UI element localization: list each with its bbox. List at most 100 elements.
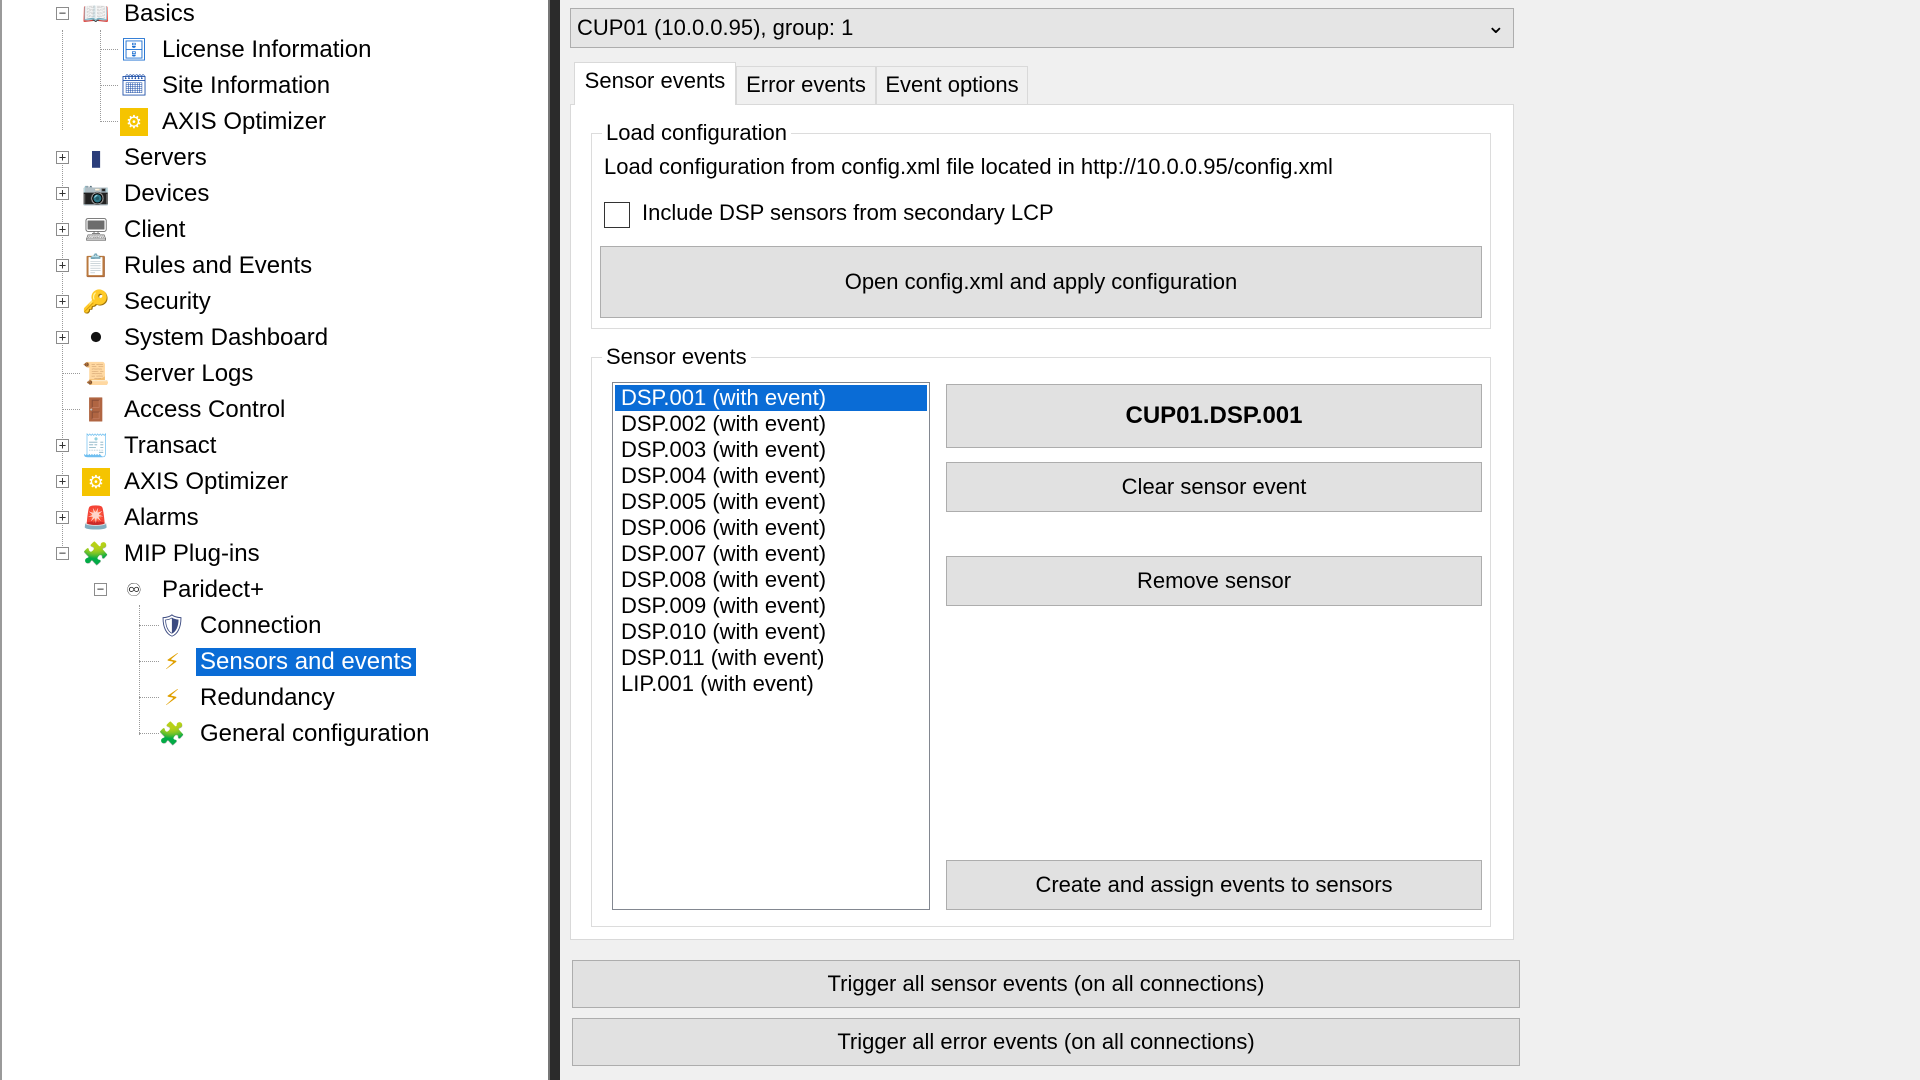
load-configuration-description: Load configuration from config.xml file … [604,154,1333,179]
sensor-events-title: Sensor events [602,344,751,370]
open-config-button[interactable]: Open config.xml and apply configuration [600,246,1482,318]
expand-icon[interactable]: + [56,475,69,488]
expand-icon[interactable]: + [56,511,69,524]
settings-panel: CUP01 (10.0.0.95), group: 1 ⌄ Sensor eve… [560,0,1920,1080]
tree-item-license-information[interactable]: 🗄 License Information [2,32,542,68]
trigger-all-sensor-events-button[interactable]: Trigger all sensor events (on all connec… [572,960,1520,1008]
tree-item-label: Paridect+ [162,576,265,603]
sensor-list-item[interactable]: LIP.001 (with event) [615,671,927,697]
lightning-icon: ⚡ [164,685,180,710]
tree-item-label: Client [124,216,186,243]
sensor-events-group: Sensor events DSP.001 (with event) DSP.0… [591,344,1491,927]
server-icon: ▮ [89,145,103,170]
trigger-all-error-events-button[interactable]: Trigger all error events (on all connect… [572,1018,1520,1066]
sensor-list-item[interactable]: DSP.007 (with event) [615,541,927,567]
tree-item-label: Site Information [162,72,331,99]
tree-item-axis-optimizer-2[interactable]: + ⚙ AXIS Optimizer [2,464,542,500]
connection-icon: 🛡 [158,613,186,638]
collapse-icon[interactable]: − [56,7,69,20]
tree-item-server-logs[interactable]: 📜 Server Logs [2,356,542,392]
tree-item-transact[interactable]: + 🧾 Transact [2,428,542,464]
tree-item-sensors-and-events[interactable]: ⚡ Sensors and events [2,644,542,680]
sensor-list-item[interactable]: DSP.005 (with event) [615,489,927,515]
plugin-icon: 🧩 [158,721,186,746]
tree-item-alarms[interactable]: + 🚨 Alarms [2,500,542,536]
camera-icon: 📷 [82,181,110,206]
sensor-list-item[interactable]: DSP.010 (with event) [615,619,927,645]
tree-item-servers[interactable]: + ▮ Servers [2,140,542,176]
connection-dropdown-value: CUP01 (10.0.0.95), group: 1 [577,15,854,40]
access-control-icon: 🚪 [82,397,110,422]
create-assign-events-button[interactable]: Create and assign events to sensors [946,860,1482,910]
include-dsp-checkbox[interactable] [604,202,630,228]
expand-icon[interactable]: + [56,331,69,344]
collapse-icon[interactable]: − [56,547,69,560]
tree-item-rules-and-events[interactable]: + 📋 Rules and Events [2,248,542,284]
clear-sensor-event-button[interactable]: Clear sensor event [946,462,1482,512]
tree-item-system-dashboard[interactable]: + ⚫ System Dashboard [2,320,542,356]
tree-item-site-information[interactable]: 🗓 Site Information [2,68,542,104]
sensor-list-item[interactable]: DSP.002 (with event) [615,411,927,437]
lightning-icon: ⚡ [164,649,180,674]
tree-item-label: Server Logs [124,360,254,387]
tree-item-label: Alarms [124,504,199,531]
logs-icon: 📜 [82,361,110,386]
sensor-list-item[interactable]: DSP.003 (with event) [615,437,927,463]
expand-icon[interactable]: + [56,151,69,164]
selected-sensor-button[interactable]: CUP01.DSP.001 [946,384,1482,448]
tree-item-label: Security [124,288,211,315]
monitor-icon: 🖥 [82,217,110,242]
expand-icon[interactable]: + [56,439,69,452]
license-icon: 🗄 [120,37,148,62]
tree-item-general-configuration[interactable]: 🧩 General configuration [2,716,542,752]
tree-item-mip-plug-ins[interactable]: − 🧩 MIP Plug-ins [2,536,542,572]
tree-item-label: License Information [162,36,372,63]
chevron-down-icon[interactable]: ⌄ [1487,13,1505,39]
tab-sensor-events[interactable]: Sensor events [574,62,736,105]
sensor-list-item[interactable]: DSP.011 (with event) [615,645,927,671]
tab-error-events[interactable]: Error events [736,66,876,104]
tab-event-options[interactable]: Event options [876,66,1028,104]
tree-item-connection[interactable]: 🛡 Connection [2,608,542,644]
sensor-list-item[interactable]: DSP.006 (with event) [615,515,927,541]
paridect-icon: ♾ [125,580,143,600]
tree-item-access-control[interactable]: 🚪 Access Control [2,392,542,428]
tree-item-label: System Dashboard [124,324,329,351]
connection-dropdown[interactable]: CUP01 (10.0.0.95), group: 1 ⌄ [570,8,1514,48]
expand-icon[interactable]: + [56,187,69,200]
expand-icon[interactable]: + [56,259,69,272]
load-configuration-title: Load configuration [602,120,792,146]
tree-item-label: Redundancy [200,684,335,711]
tree-item-label: AXIS Optimizer [162,108,327,135]
tree-item-label: AXIS Optimizer [124,468,289,495]
tree-item-label: General configuration [200,720,430,747]
tree-item-label: Transact [124,432,217,459]
key-icon: 🔑 [82,289,110,314]
sensor-list[interactable]: DSP.001 (with event) DSP.002 (with event… [612,382,930,910]
tree-item-paridect[interactable]: − ♾ Paridect+ [2,572,542,608]
sensor-list-item[interactable]: DSP.009 (with event) [615,593,927,619]
tree-item-label: Rules and Events [124,252,313,279]
tree-item-security[interactable]: + 🔑 Security [2,284,542,320]
book-icon: 📖 [82,1,110,26]
tree-item-redundancy[interactable]: ⚡ Redundancy [2,680,542,716]
expand-icon[interactable]: + [56,223,69,236]
tree-item-basics[interactable]: − 📖 Basics [2,0,542,32]
remove-sensor-button[interactable]: Remove sensor [946,556,1482,606]
sensor-list-item[interactable]: DSP.001 (with event) [615,385,927,411]
alarm-icon: 🚨 [82,505,110,530]
expand-icon[interactable]: + [56,295,69,308]
tree-item-devices[interactable]: + 📷 Devices [2,176,542,212]
sensor-list-item[interactable]: DSP.008 (with event) [615,567,927,593]
panel-splitter[interactable] [548,0,560,1080]
collapse-icon[interactable]: − [94,583,107,596]
tree-item-client[interactable]: + 🖥 Client [2,212,542,248]
tab-content-sensor-events: Load configuration Load configuration fr… [570,104,1514,940]
sensor-list-item[interactable]: DSP.004 (with event) [615,463,927,489]
navigation-tree: − 📖 Basics 🗄 License Information 🗓 Site … [0,0,548,1080]
tree-item-label: Basics [124,0,195,27]
transact-icon: 🧾 [82,433,110,458]
tree-item-axis-optimizer[interactable]: ⚙ AXIS Optimizer [2,104,542,140]
axis-optimizer-icon: ⚙ [120,108,148,136]
plugin-icon: 🧩 [82,541,110,566]
